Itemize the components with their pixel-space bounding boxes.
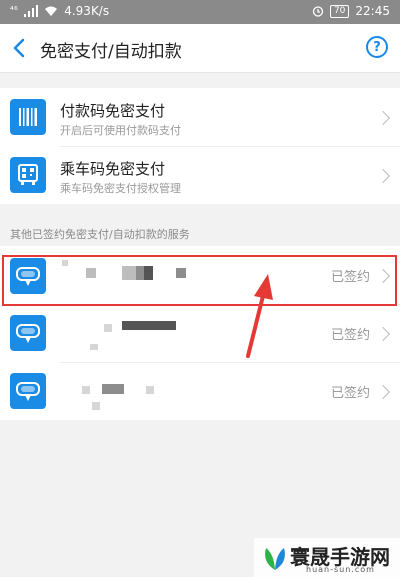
pixelated-text: [102, 384, 124, 394]
network-speed: 4.93K/s: [64, 4, 110, 18]
chevron-right-icon: [375, 384, 391, 400]
pixelated-text: [144, 266, 153, 280]
chevron-right-icon: [375, 268, 391, 284]
alarm-icon: [312, 6, 324, 17]
item-subtitle: 乘车码免密支付授权管理: [60, 182, 181, 195]
pixelated-text: [176, 268, 186, 278]
section-label: 其他已签约免密支付/自动扣款的服务: [10, 228, 190, 241]
main-settings-list: 付款码免密支付 开启后可使用付款码支付 乘车码免密支付 乘车码免密支付授权管理: [0, 88, 400, 204]
pixelated-text: [152, 321, 176, 330]
pixelated-text: [90, 344, 98, 350]
service-icon: [10, 373, 46, 409]
help-button[interactable]: ?: [366, 36, 388, 58]
pixelated-text: [136, 266, 144, 280]
wifi-icon: [45, 6, 58, 16]
watermark-logo-icon: [265, 548, 285, 570]
pixelated-text: [86, 268, 96, 278]
status-signed: 已签约: [330, 386, 370, 401]
status-right: 70 22:45: [312, 4, 390, 18]
status-left: ⁴⁶ 4.93K/s: [10, 4, 109, 18]
qrcode-bus-icon: [10, 157, 46, 193]
pixelated-text: [122, 266, 136, 280]
chevron-right-icon: [375, 110, 391, 126]
pixelated-text: [62, 260, 68, 266]
list-item-service[interactable]: 已签约: [0, 304, 400, 362]
pixelated-text: [82, 386, 90, 394]
list-item-service[interactable]: 已签约: [0, 246, 400, 304]
status-bar: ⁴⁶ 4.93K/s 70 22:45: [0, 0, 400, 24]
service-icon: [10, 315, 46, 351]
signal-icon: [24, 5, 39, 17]
pixelated-text: [122, 321, 152, 330]
battery-indicator: 70: [329, 4, 350, 18]
item-subtitle: 开启后可使用付款码支付: [60, 124, 181, 137]
pixelated-text: [146, 386, 154, 394]
pixelated-text: [104, 324, 112, 332]
status-signed: 已签约: [330, 270, 370, 285]
watermark: 寰晟手游网 huan-sun.com: [254, 538, 400, 577]
annotation-arrow-icon: [246, 274, 273, 358]
status-time: 22:45: [355, 4, 390, 18]
nav-bar: 免密支付/自动扣款 ?: [0, 24, 400, 73]
barcode-icon: [10, 99, 46, 135]
signed-services-list: 已签约 已签约 已签约: [0, 246, 400, 420]
service-icon: [10, 258, 46, 294]
item-title: 乘车码免密支付: [60, 160, 166, 178]
item-title: 付款码免密支付: [60, 102, 166, 120]
list-item-bus-code[interactable]: 乘车码免密支付 乘车码免密支付授权管理: [0, 146, 400, 204]
list-item-payment-code[interactable]: 付款码免密支付 开启后可使用付款码支付: [0, 88, 400, 146]
page-title: 免密支付/自动扣款: [40, 42, 182, 62]
list-item-service[interactable]: 已签约: [0, 362, 400, 420]
back-arrow-icon[interactable]: [6, 34, 34, 62]
watermark-url: huan-sun.com: [306, 565, 375, 574]
status-signed: 已签约: [330, 328, 370, 343]
pixelated-text: [92, 402, 100, 410]
chevron-right-icon: [375, 326, 391, 342]
signal-label: ⁴⁶: [10, 6, 19, 16]
chevron-right-icon: [375, 168, 391, 184]
